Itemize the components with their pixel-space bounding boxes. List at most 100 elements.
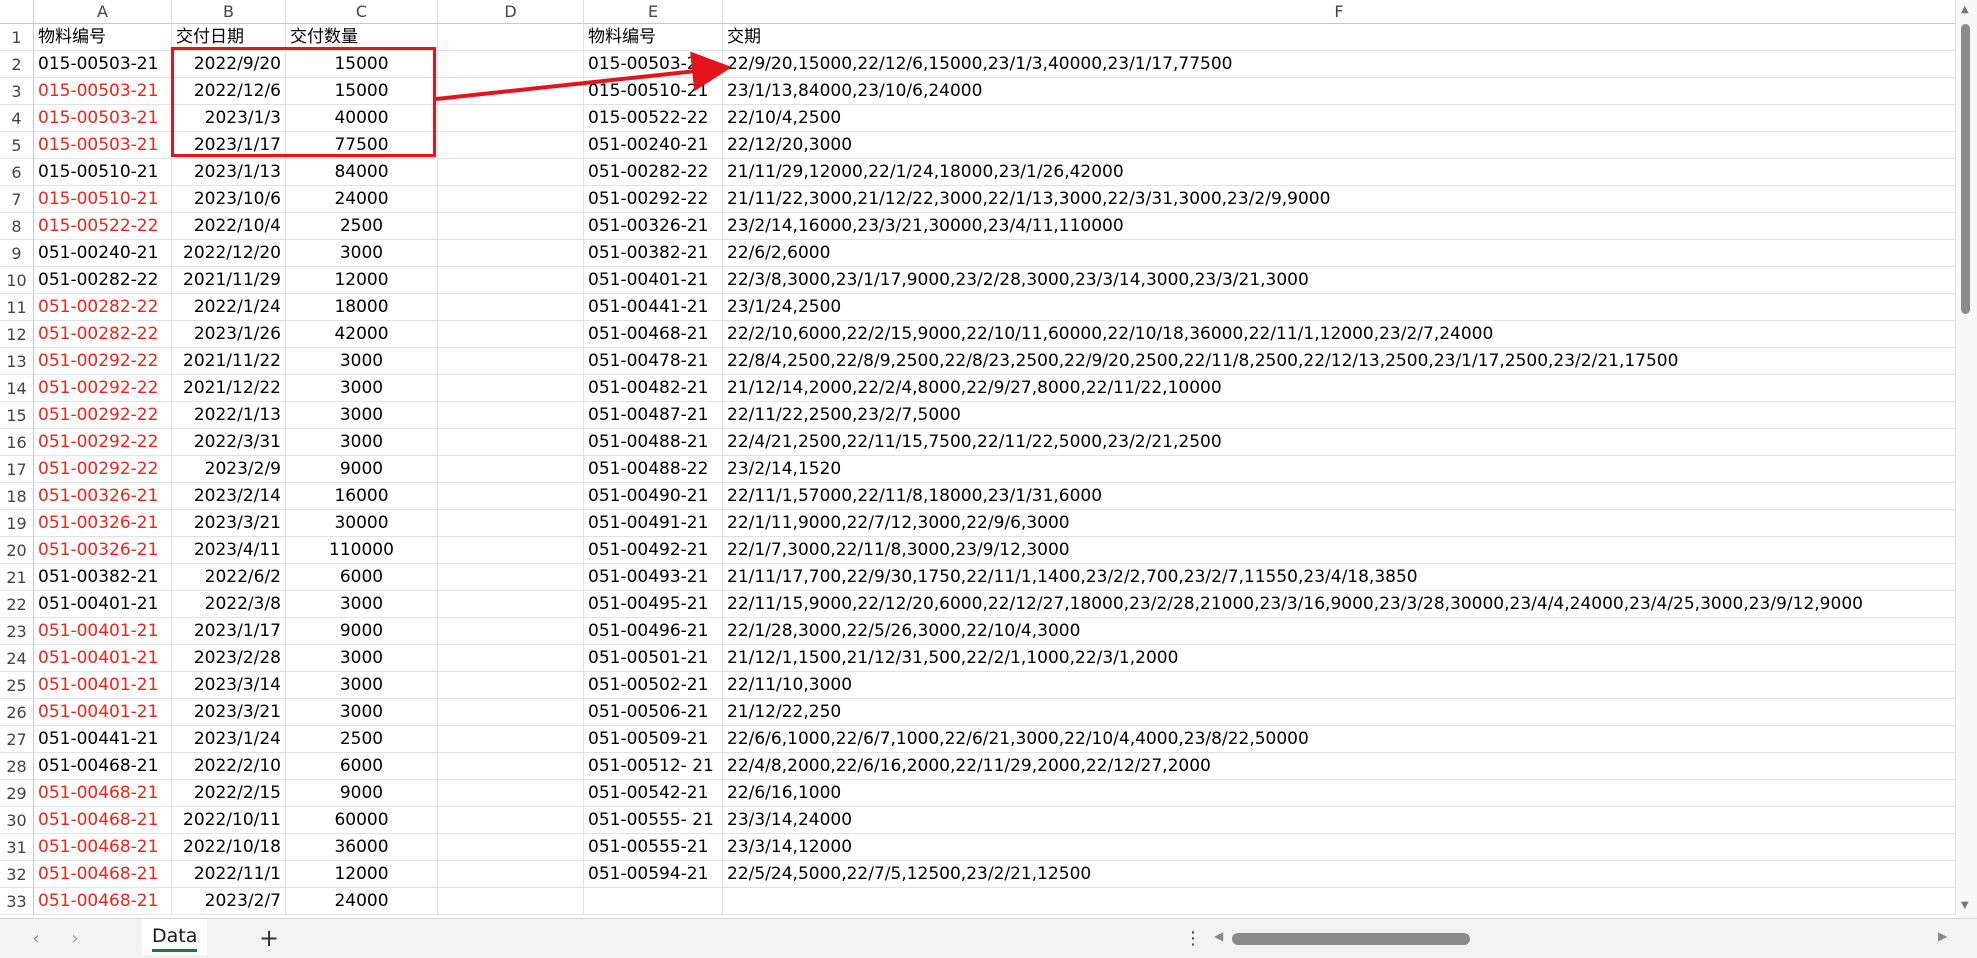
material-code-cell[interactable]: 015-00522-22 — [34, 213, 172, 240]
delivery-qty-cell[interactable]: 24000 — [286, 888, 438, 915]
summary-code-cell[interactable]: 051-00502-21 — [584, 672, 723, 699]
summary-terms-cell[interactable]: 22/3/8,3000,23/1/17,9000,23/2/28,3000,23… — [723, 267, 1956, 294]
delivery-date-cell[interactable]: 2023/1/24 — [172, 726, 286, 753]
row-header[interactable]: 5 — [0, 132, 34, 159]
sheet-tab-data[interactable]: Data — [142, 919, 208, 955]
delivery-date-cell[interactable]: 2022/2/10 — [172, 753, 286, 780]
empty-cell[interactable] — [438, 159, 584, 186]
row-header[interactable]: 25 — [0, 672, 34, 699]
row-header[interactable]: 32 — [0, 861, 34, 888]
summary-code-cell[interactable]: 051-00482-21 — [584, 375, 723, 402]
summary-code-cell[interactable]: 051-00512- 21 — [584, 753, 723, 780]
header-cell-material-code[interactable]: 物料编号 — [34, 24, 172, 51]
empty-cell[interactable] — [438, 591, 584, 618]
vertical-scroll-thumb[interactable] — [1961, 24, 1970, 314]
summary-terms-cell[interactable]: 22/12/20,3000 — [723, 132, 1956, 159]
material-code-cell[interactable]: 051-00468-21 — [34, 807, 172, 834]
summary-code-cell[interactable]: 051-00501-21 — [584, 645, 723, 672]
scroll-up-icon[interactable]: ▲ — [1961, 4, 1969, 15]
summary-terms-cell[interactable]: 22/11/15,9000,22/12/20,6000,22/12/27,180… — [723, 591, 1956, 618]
row-header[interactable]: 20 — [0, 537, 34, 564]
delivery-date-cell[interactable]: 2022/3/31 — [172, 429, 286, 456]
summary-terms-cell[interactable]: 22/1/7,3000,22/11/8,3000,23/9/12,3000 — [723, 537, 1956, 564]
material-code-cell[interactable]: 051-00401-21 — [34, 618, 172, 645]
material-code-cell[interactable]: 015-00503-21 — [34, 78, 172, 105]
delivery-date-cell[interactable]: 2022/12/6 — [172, 78, 286, 105]
material-code-cell[interactable]: 051-00401-21 — [34, 645, 172, 672]
material-code-cell[interactable]: 051-00401-21 — [34, 591, 172, 618]
summary-code-cell[interactable]: 051-00555-21 — [584, 834, 723, 861]
summary-code-cell[interactable]: 051-00488-21 — [584, 429, 723, 456]
delivery-date-cell[interactable]: 2023/1/26 — [172, 321, 286, 348]
row-header[interactable]: 9 — [0, 240, 34, 267]
delivery-qty-cell[interactable]: 110000 — [286, 537, 438, 564]
row-header[interactable]: 28 — [0, 753, 34, 780]
summary-code-cell[interactable]: 051-00496-21 — [584, 618, 723, 645]
delivery-date-cell[interactable]: 2022/1/13 — [172, 402, 286, 429]
summary-terms-cell[interactable]: 22/6/16,1000 — [723, 780, 1956, 807]
summary-code-cell[interactable]: 051-00478-21 — [584, 348, 723, 375]
delivery-qty-cell[interactable]: 3000 — [286, 240, 438, 267]
column-header[interactable]: A — [34, 0, 172, 24]
empty-cell[interactable] — [438, 483, 584, 510]
summary-terms-cell[interactable]: 21/12/1,1500,21/12/31,500,22/2/1,1000,22… — [723, 645, 1956, 672]
summary-code-cell[interactable]: 051-00492-21 — [584, 537, 723, 564]
empty-cell[interactable] — [438, 564, 584, 591]
summary-code-cell[interactable]: 051-00495-21 — [584, 591, 723, 618]
empty-cell[interactable] — [438, 861, 584, 888]
delivery-date-cell[interactable]: 2022/11/1 — [172, 861, 286, 888]
material-code-cell[interactable]: 051-00441-21 — [34, 726, 172, 753]
row-header[interactable]: 13 — [0, 348, 34, 375]
row-header[interactable]: 21 — [0, 564, 34, 591]
delivery-date-cell[interactable]: 2023/4/11 — [172, 537, 286, 564]
column-header[interactable]: F — [723, 0, 1956, 24]
material-code-cell[interactable]: 051-00292-22 — [34, 375, 172, 402]
material-code-cell[interactable]: 015-00503-21 — [34, 105, 172, 132]
more-vertical-icon[interactable]: ⋮ — [1184, 927, 1202, 951]
summary-code-cell[interactable]: 051-00240-21 — [584, 132, 723, 159]
empty-cell[interactable] — [438, 753, 584, 780]
summary-terms-cell[interactable]: 22/5/24,5000,22/7/5,12500,23/2/21,12500 — [723, 861, 1956, 888]
summary-terms-cell[interactable]: 23/1/24,2500 — [723, 294, 1956, 321]
empty-cell[interactable] — [438, 429, 584, 456]
row-header[interactable]: 26 — [0, 699, 34, 726]
summary-code-cell[interactable] — [584, 888, 723, 915]
row-header[interactable]: 1 — [0, 24, 34, 51]
empty-cell[interactable] — [438, 240, 584, 267]
summary-terms-cell[interactable]: 23/2/14,1520 — [723, 456, 1956, 483]
row-header[interactable]: 2 — [0, 51, 34, 78]
delivery-qty-cell[interactable]: 16000 — [286, 483, 438, 510]
row-header[interactable]: 7 — [0, 186, 34, 213]
summary-code-cell[interactable]: 051-00488-22 — [584, 456, 723, 483]
summary-code-cell[interactable]: 051-00594-21 — [584, 861, 723, 888]
delivery-qty-cell[interactable]: 3000 — [286, 591, 438, 618]
material-code-cell[interactable]: 051-00468-21 — [34, 888, 172, 915]
delivery-qty-cell[interactable]: 30000 — [286, 510, 438, 537]
delivery-qty-cell[interactable]: 15000 — [286, 51, 438, 78]
header-cell-material-code[interactable]: 物料编号 — [584, 24, 723, 51]
row-header[interactable]: 16 — [0, 429, 34, 456]
delivery-date-cell[interactable]: 2023/1/17 — [172, 618, 286, 645]
material-code-cell[interactable]: 051-00326-21 — [34, 537, 172, 564]
summary-terms-cell[interactable]: 22/10/4,2500 — [723, 105, 1956, 132]
summary-code-cell[interactable]: 051-00282-22 — [584, 159, 723, 186]
material-code-cell[interactable]: 051-00292-22 — [34, 348, 172, 375]
empty-cell[interactable] — [438, 402, 584, 429]
summary-code-cell[interactable]: 051-00326-21 — [584, 213, 723, 240]
delivery-date-cell[interactable]: 2022/10/11 — [172, 807, 286, 834]
empty-cell[interactable] — [438, 618, 584, 645]
delivery-date-cell[interactable]: 2022/12/20 — [172, 240, 286, 267]
delivery-date-cell[interactable]: 2022/1/24 — [172, 294, 286, 321]
delivery-qty-cell[interactable]: 6000 — [286, 564, 438, 591]
header-cell-delivery-qty[interactable]: 交付数量 — [286, 24, 438, 51]
row-header[interactable]: 30 — [0, 807, 34, 834]
delivery-qty-cell[interactable]: 9000 — [286, 456, 438, 483]
delivery-date-cell[interactable]: 2023/2/7 — [172, 888, 286, 915]
delivery-date-cell[interactable]: 2022/10/18 — [172, 834, 286, 861]
empty-cell[interactable] — [438, 321, 584, 348]
column-header[interactable]: C — [286, 0, 438, 24]
empty-cell[interactable] — [438, 510, 584, 537]
select-all-corner[interactable] — [0, 0, 34, 24]
row-header[interactable]: 6 — [0, 159, 34, 186]
summary-terms-cell[interactable]: 22/6/6,1000,22/6/7,1000,22/6/21,3000,22/… — [723, 726, 1956, 753]
